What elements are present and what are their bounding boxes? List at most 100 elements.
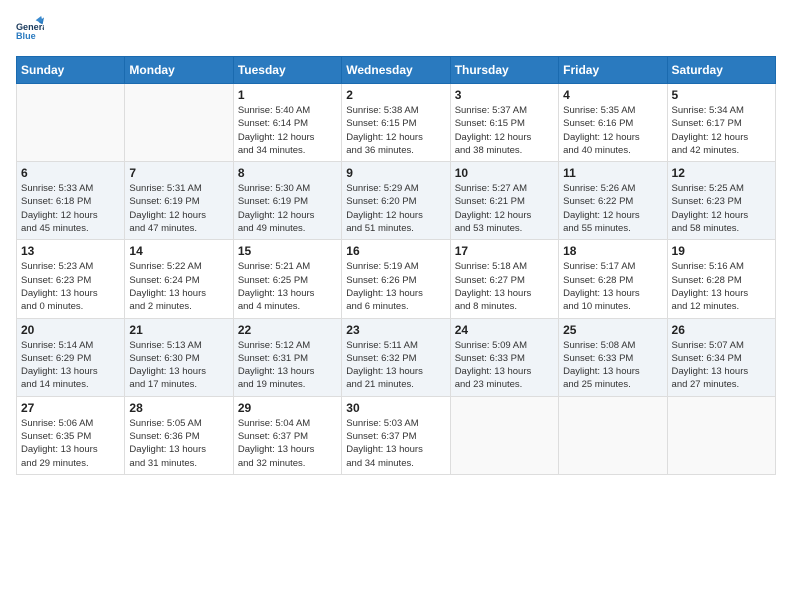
day-info: Sunrise: 5:30 AM Sunset: 6:19 PM Dayligh…	[238, 182, 337, 235]
day-number: 5	[672, 88, 771, 102]
calendar-cell: 25 Sunrise: 5:08 AM Sunset: 6:33 PM Dayli…	[559, 318, 667, 396]
logo: General Blue	[16, 16, 44, 44]
calendar-cell: 20 Sunrise: 5:14 AM Sunset: 6:29 PM Dayli…	[17, 318, 125, 396]
day-info: Sunrise: 5:17 AM Sunset: 6:28 PM Dayligh…	[563, 260, 662, 313]
day-info: Sunrise: 5:31 AM Sunset: 6:19 PM Dayligh…	[129, 182, 228, 235]
day-of-week-header: Monday	[125, 57, 233, 84]
day-info: Sunrise: 5:18 AM Sunset: 6:27 PM Dayligh…	[455, 260, 554, 313]
calendar-header-row: SundayMondayTuesdayWednesdayThursdayFrid…	[17, 57, 776, 84]
calendar-cell: 26Sunrise: 5:07 AM Sunset: 6:34 PM Dayli…	[667, 318, 775, 396]
calendar-cell: 23 Sunrise: 5:11 AM Sunset: 6:32 PM Dayli…	[342, 318, 450, 396]
day-number: 27	[21, 401, 120, 415]
calendar-cell: 13 Sunrise: 5:23 AM Sunset: 6:23 PM Dayli…	[17, 240, 125, 318]
day-number: 23	[346, 323, 445, 337]
day-number: 7	[129, 166, 228, 180]
calendar-cell: 21 Sunrise: 5:13 AM Sunset: 6:30 PM Dayli…	[125, 318, 233, 396]
calendar-cell: 5 Sunrise: 5:34 AM Sunset: 6:17 PM Daylig…	[667, 84, 775, 162]
calendar-cell: 17 Sunrise: 5:18 AM Sunset: 6:27 PM Dayli…	[450, 240, 558, 318]
calendar-cell: 18 Sunrise: 5:17 AM Sunset: 6:28 PM Dayli…	[559, 240, 667, 318]
calendar-cell	[450, 396, 558, 474]
day-number: 8	[238, 166, 337, 180]
day-info: Sunrise: 5:07 AM Sunset: 6:34 PM Dayligh…	[672, 339, 771, 392]
day-info: Sunrise: 5:04 AM Sunset: 6:37 PM Dayligh…	[238, 417, 337, 470]
calendar-cell: 30 Sunrise: 5:03 AM Sunset: 6:37 PM Dayli…	[342, 396, 450, 474]
calendar-cell	[125, 84, 233, 162]
calendar-cell: 10 Sunrise: 5:27 AM Sunset: 6:21 PM Dayli…	[450, 162, 558, 240]
day-info: Sunrise: 5:09 AM Sunset: 6:33 PM Dayligh…	[455, 339, 554, 392]
calendar-cell	[559, 396, 667, 474]
calendar-cell: 1Sunrise: 5:40 AM Sunset: 6:14 PM Daylig…	[233, 84, 341, 162]
calendar-cell: 29 Sunrise: 5:04 AM Sunset: 6:37 PM Dayli…	[233, 396, 341, 474]
day-info: Sunrise: 5:06 AM Sunset: 6:35 PM Dayligh…	[21, 417, 120, 470]
day-info: Sunrise: 5:33 AM Sunset: 6:18 PM Dayligh…	[21, 182, 120, 235]
calendar-cell: 15Sunrise: 5:21 AM Sunset: 6:25 PM Dayli…	[233, 240, 341, 318]
day-number: 18	[563, 244, 662, 258]
day-number: 17	[455, 244, 554, 258]
day-info: Sunrise: 5:03 AM Sunset: 6:37 PM Dayligh…	[346, 417, 445, 470]
day-number: 30	[346, 401, 445, 415]
calendar-cell: 9Sunrise: 5:29 AM Sunset: 6:20 PM Daylig…	[342, 162, 450, 240]
day-of-week-header: Wednesday	[342, 57, 450, 84]
calendar-week-row: 13 Sunrise: 5:23 AM Sunset: 6:23 PM Dayli…	[17, 240, 776, 318]
calendar-cell: 28Sunrise: 5:05 AM Sunset: 6:36 PM Dayli…	[125, 396, 233, 474]
day-info: Sunrise: 5:19 AM Sunset: 6:26 PM Dayligh…	[346, 260, 445, 313]
day-number: 12	[672, 166, 771, 180]
day-info: Sunrise: 5:27 AM Sunset: 6:21 PM Dayligh…	[455, 182, 554, 235]
day-number: 24	[455, 323, 554, 337]
day-info: Sunrise: 5:13 AM Sunset: 6:30 PM Dayligh…	[129, 339, 228, 392]
calendar-cell: 3 Sunrise: 5:37 AM Sunset: 6:15 PM Daylig…	[450, 84, 558, 162]
day-number: 2	[346, 88, 445, 102]
calendar-cell: 6 Sunrise: 5:33 AM Sunset: 6:18 PM Daylig…	[17, 162, 125, 240]
day-number: 13	[21, 244, 120, 258]
day-info: Sunrise: 5:08 AM Sunset: 6:33 PM Dayligh…	[563, 339, 662, 392]
day-of-week-header: Sunday	[17, 57, 125, 84]
day-info: Sunrise: 5:21 AM Sunset: 6:25 PM Dayligh…	[238, 260, 337, 313]
day-of-week-header: Tuesday	[233, 57, 341, 84]
day-number: 6	[21, 166, 120, 180]
calendar-cell: 19 Sunrise: 5:16 AM Sunset: 6:28 PM Dayli…	[667, 240, 775, 318]
page-header: General Blue	[16, 16, 776, 44]
day-number: 20	[21, 323, 120, 337]
calendar-cell: 7 Sunrise: 5:31 AM Sunset: 6:19 PM Daylig…	[125, 162, 233, 240]
day-number: 19	[672, 244, 771, 258]
day-info: Sunrise: 5:34 AM Sunset: 6:17 PM Dayligh…	[672, 104, 771, 157]
calendar-cell: 27 Sunrise: 5:06 AM Sunset: 6:35 PM Dayli…	[17, 396, 125, 474]
calendar-week-row: 1Sunrise: 5:40 AM Sunset: 6:14 PM Daylig…	[17, 84, 776, 162]
calendar-week-row: 20 Sunrise: 5:14 AM Sunset: 6:29 PM Dayli…	[17, 318, 776, 396]
svg-text:Blue: Blue	[16, 31, 36, 41]
day-number: 9	[346, 166, 445, 180]
calendar-cell: 22 Sunrise: 5:12 AM Sunset: 6:31 PM Dayli…	[233, 318, 341, 396]
day-info: Sunrise: 5:16 AM Sunset: 6:28 PM Dayligh…	[672, 260, 771, 313]
calendar-cell: 4Sunrise: 5:35 AM Sunset: 6:16 PM Daylig…	[559, 84, 667, 162]
day-of-week-header: Saturday	[667, 57, 775, 84]
calendar-cell: 8 Sunrise: 5:30 AM Sunset: 6:19 PM Daylig…	[233, 162, 341, 240]
day-number: 22	[238, 323, 337, 337]
logo-icon: General Blue	[16, 16, 44, 44]
day-number: 29	[238, 401, 337, 415]
day-info: Sunrise: 5:23 AM Sunset: 6:23 PM Dayligh…	[21, 260, 120, 313]
day-number: 11	[563, 166, 662, 180]
day-number: 21	[129, 323, 228, 337]
calendar-cell	[667, 396, 775, 474]
day-info: Sunrise: 5:25 AM Sunset: 6:23 PM Dayligh…	[672, 182, 771, 235]
day-number: 14	[129, 244, 228, 258]
day-number: 10	[455, 166, 554, 180]
day-info: Sunrise: 5:05 AM Sunset: 6:36 PM Dayligh…	[129, 417, 228, 470]
day-info: Sunrise: 5:11 AM Sunset: 6:32 PM Dayligh…	[346, 339, 445, 392]
day-number: 25	[563, 323, 662, 337]
day-info: Sunrise: 5:38 AM Sunset: 6:15 PM Dayligh…	[346, 104, 445, 157]
day-info: Sunrise: 5:37 AM Sunset: 6:15 PM Dayligh…	[455, 104, 554, 157]
day-info: Sunrise: 5:26 AM Sunset: 6:22 PM Dayligh…	[563, 182, 662, 235]
day-number: 3	[455, 88, 554, 102]
calendar-table: SundayMondayTuesdayWednesdayThursdayFrid…	[16, 56, 776, 475]
calendar-cell: 24 Sunrise: 5:09 AM Sunset: 6:33 PM Dayli…	[450, 318, 558, 396]
day-of-week-header: Friday	[559, 57, 667, 84]
day-number: 1	[238, 88, 337, 102]
day-info: Sunrise: 5:12 AM Sunset: 6:31 PM Dayligh…	[238, 339, 337, 392]
calendar-cell: 2 Sunrise: 5:38 AM Sunset: 6:15 PM Daylig…	[342, 84, 450, 162]
calendar-week-row: 27 Sunrise: 5:06 AM Sunset: 6:35 PM Dayli…	[17, 396, 776, 474]
calendar-cell: 16Sunrise: 5:19 AM Sunset: 6:26 PM Dayli…	[342, 240, 450, 318]
calendar-cell: 12 Sunrise: 5:25 AM Sunset: 6:23 PM Dayli…	[667, 162, 775, 240]
day-info: Sunrise: 5:14 AM Sunset: 6:29 PM Dayligh…	[21, 339, 120, 392]
day-info: Sunrise: 5:22 AM Sunset: 6:24 PM Dayligh…	[129, 260, 228, 313]
